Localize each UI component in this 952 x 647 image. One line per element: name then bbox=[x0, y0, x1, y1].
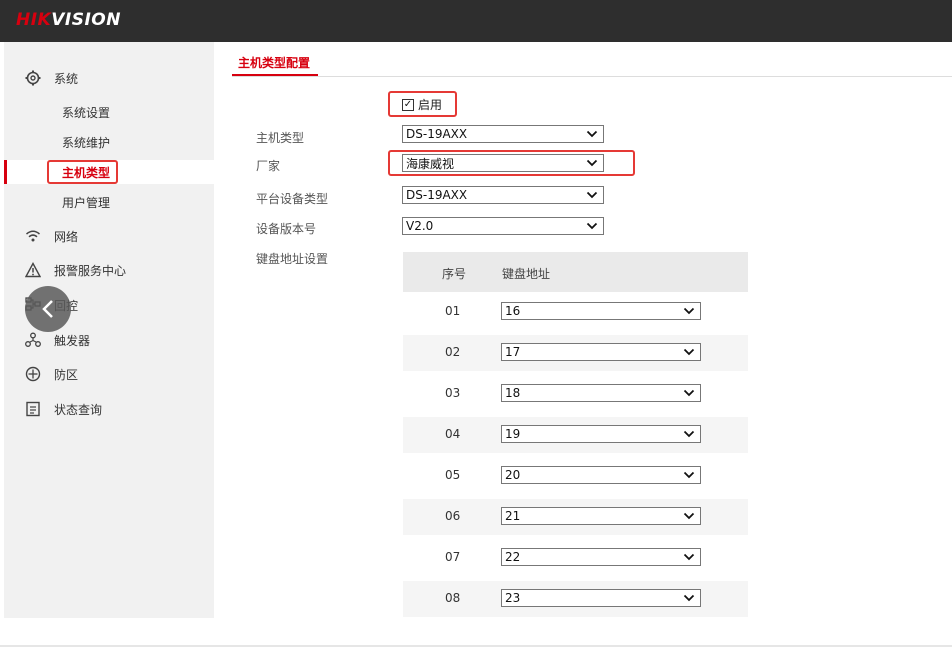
row-index: 01 bbox=[445, 304, 461, 318]
trigger-icon bbox=[24, 331, 42, 349]
chevron-down-icon bbox=[683, 348, 695, 356]
platform-device-type-select[interactable]: DS-19AXX bbox=[402, 186, 604, 204]
sidebar-item-label: 系统 bbox=[54, 71, 79, 86]
sidebar-item-zone[interactable]: 防区 bbox=[4, 362, 214, 386]
table-row: 06 21 bbox=[403, 499, 748, 535]
document-icon bbox=[24, 400, 42, 418]
table-row: 02 17 bbox=[403, 335, 748, 371]
shield-icon bbox=[24, 365, 42, 383]
sidebar-item-network[interactable]: 网络 bbox=[4, 224, 214, 248]
row-index: 02 bbox=[445, 345, 461, 359]
enable-checkbox[interactable]: ✓ bbox=[402, 98, 414, 111]
row-index: 04 bbox=[445, 427, 461, 441]
chevron-down-icon bbox=[586, 159, 598, 167]
chevron-down-icon bbox=[586, 222, 598, 230]
sidebar: 系统 系统设置 系统维护 主机类型 用户管理 网络 报警服务中心 回控 触发器 … bbox=[4, 42, 214, 618]
host-type-select[interactable]: DS-19AXX bbox=[402, 125, 604, 143]
chevron-down-icon bbox=[683, 512, 695, 520]
gear-icon bbox=[24, 69, 42, 87]
table-row: 01 16 bbox=[403, 294, 748, 330]
column-header-address: 键盘地址 bbox=[502, 267, 551, 281]
sidebar-item-status-query[interactable]: 状态查询 bbox=[4, 397, 214, 421]
sidebar-subitem-system-settings[interactable]: 系统设置 bbox=[4, 100, 214, 124]
table-row: 08 23 bbox=[403, 581, 748, 617]
table-header: 序号 键盘地址 bbox=[403, 252, 748, 292]
column-header-index: 序号 bbox=[442, 267, 467, 281]
keyboard-address-select[interactable]: 19 bbox=[501, 425, 701, 443]
device-version-select[interactable]: V2.0 bbox=[402, 217, 604, 235]
sidebar-item-trigger[interactable]: 触发器 bbox=[4, 328, 214, 352]
host-type-label: 主机类型 bbox=[256, 131, 305, 145]
chevron-down-icon bbox=[683, 430, 695, 438]
enable-label: 启用 bbox=[418, 98, 443, 112]
top-bar: HIKVISION bbox=[0, 0, 952, 42]
wifi-icon bbox=[24, 227, 42, 245]
chevron-down-icon bbox=[683, 307, 695, 315]
keyboard-address-select[interactable]: 18 bbox=[501, 384, 701, 402]
sidebar-item-alarm-center[interactable]: 报警服务中心 bbox=[4, 258, 214, 282]
hikvision-logo: HIKVISION bbox=[16, 10, 121, 30]
chevron-down-icon bbox=[586, 191, 598, 199]
table-row: 07 22 bbox=[403, 540, 748, 576]
highlight-box-host-type bbox=[47, 160, 118, 184]
sidebar-item-system[interactable]: 系统 bbox=[4, 66, 214, 90]
keyboard-address-label: 键盘地址设置 bbox=[256, 252, 329, 266]
chevron-down-icon bbox=[683, 471, 695, 479]
chevron-down-icon bbox=[683, 553, 695, 561]
keyboard-address-select[interactable]: 23 bbox=[501, 589, 701, 607]
keyboard-address-select[interactable]: 22 bbox=[501, 548, 701, 566]
warning-icon bbox=[24, 261, 42, 279]
platform-device-type-label: 平台设备类型 bbox=[256, 192, 329, 206]
manufacturer-label: 厂家 bbox=[256, 159, 281, 173]
keyboard-address-select[interactable]: 20 bbox=[501, 466, 701, 484]
tab-host-type-config[interactable]: 主机类型配置 bbox=[232, 54, 316, 76]
table-row: 04 19 bbox=[403, 417, 748, 453]
chevron-down-icon bbox=[683, 594, 695, 602]
row-index: 08 bbox=[445, 591, 461, 605]
chevron-left-icon bbox=[42, 300, 53, 318]
sidebar-subitem-system-maintenance[interactable]: 系统维护 bbox=[4, 130, 214, 154]
table-row: 05 20 bbox=[403, 458, 748, 494]
row-index: 03 bbox=[445, 386, 461, 400]
back-button[interactable] bbox=[25, 286, 71, 332]
chevron-down-icon bbox=[683, 389, 695, 397]
row-index: 05 bbox=[445, 468, 461, 482]
device-version-label: 设备版本号 bbox=[256, 222, 317, 236]
manufacturer-select[interactable]: 海康威视 bbox=[402, 154, 604, 172]
enable-checkbox-group[interactable]: ✓ 启用 bbox=[402, 96, 442, 113]
keyboard-address-select[interactable]: 16 bbox=[501, 302, 701, 320]
keyboard-address-select[interactable]: 17 bbox=[501, 343, 701, 361]
chevron-down-icon bbox=[586, 130, 598, 138]
row-index: 06 bbox=[445, 509, 461, 523]
keyboard-address-select[interactable]: 21 bbox=[501, 507, 701, 525]
tab-divider bbox=[232, 76, 952, 77]
table-row: 03 18 bbox=[403, 376, 748, 412]
sidebar-subitem-user-management[interactable]: 用户管理 bbox=[4, 190, 214, 214]
row-index: 07 bbox=[445, 550, 461, 564]
